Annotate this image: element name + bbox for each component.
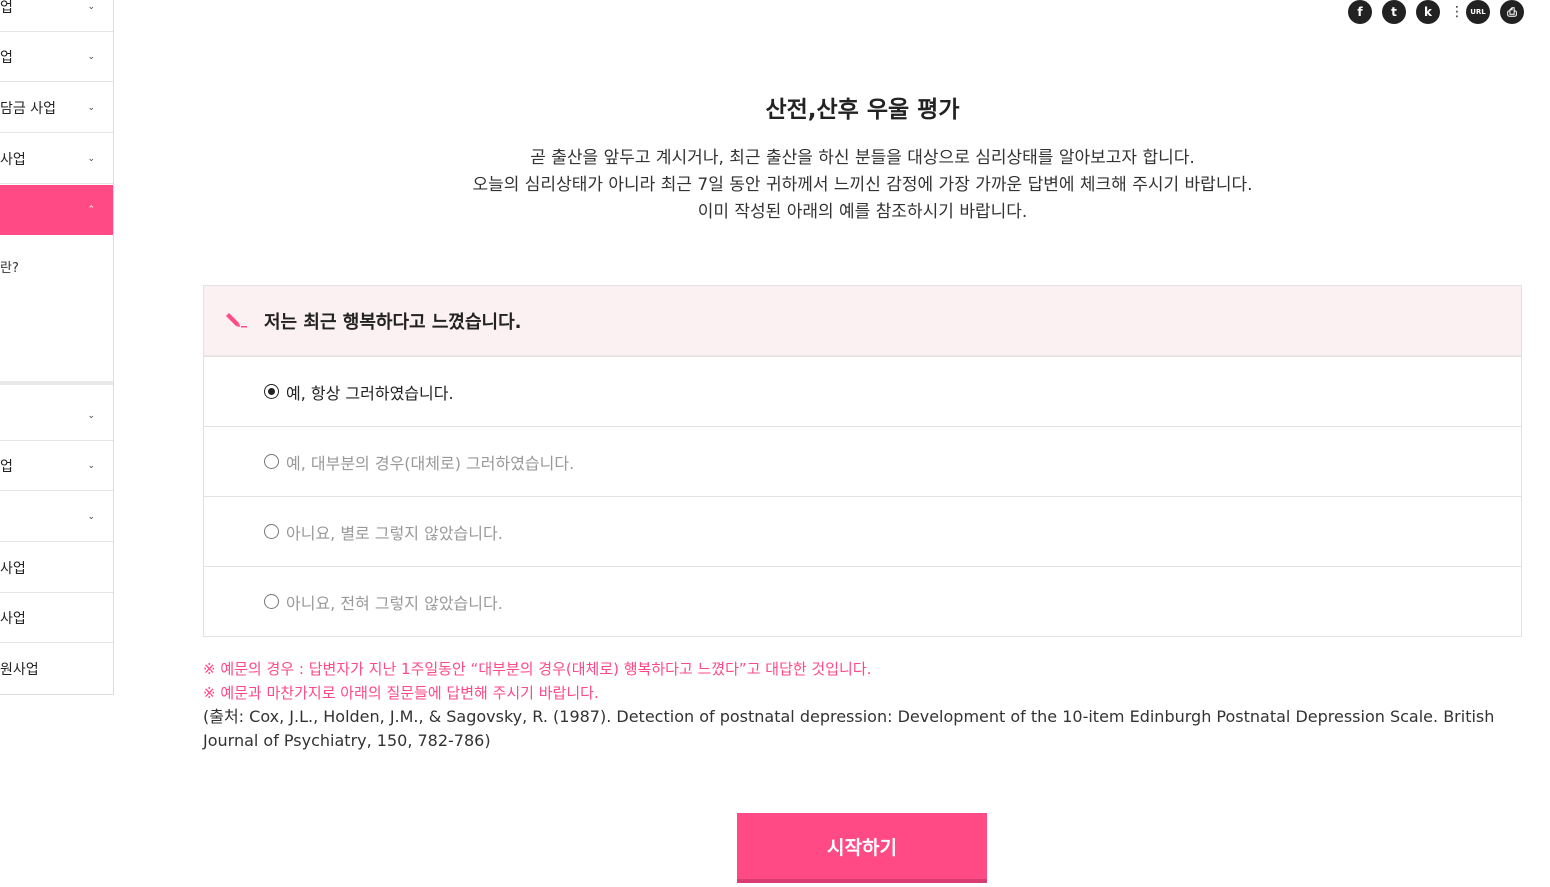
source-citation: (출처: Cox, J.L., Holden, J.M., & Sagovsky… [203,707,1495,750]
sidebar-item-label: 업 [0,458,13,475]
sidebar-item-7[interactable]: 업 ⌄ [0,441,113,491]
pencil-icon [224,311,248,331]
answer-option[interactable]: 아니요, 별로 그렇지 않았습니다. [204,496,1521,566]
sidebar-item-2[interactable]: 업 ⌄ [0,32,113,82]
intro-text: 곧 출산을 앞두고 계시거나, 최근 출산을 하신 분들을 대상으로 심리상태를… [0,145,1550,226]
sidebar-item-1[interactable]: 업 ⌄ [0,0,113,32]
answer-option[interactable]: 예, 대부분의 경우(대체로) 그러하였습니다. [204,426,1521,496]
radio-button[interactable] [264,454,279,469]
intro-line: 곧 출산을 앞두고 계시거나, 최근 출산을 하신 분들을 대상으로 심리상태를… [530,148,1195,168]
chevron-down-icon: ⌄ [87,51,95,62]
answer-label: 아니요, 별로 그렇지 않았습니다. [286,523,503,543]
example-question-box: 저는 최근 행복하다고 느꼈습니다. 예, 항상 그러하였습니다. 예, 대부분… [203,285,1522,637]
sidebar-submenu: 란? [0,235,113,385]
note-example: ※ 예문의 경우 : 답변자가 지난 1주일동안 “대부분의 경우(대체로) 행… [203,660,872,678]
sidebar-item-11[interactable]: 원사업 [0,644,113,694]
more-icon: ⋮ [1450,4,1464,20]
answer-label: 예, 대부분의 경우(대체로) 그러하였습니다. [286,453,575,473]
sidebar-item-9[interactable]: 사업 [0,543,113,593]
share-toolbar: f t k ⋮ URL ⎙ [1348,0,1524,24]
kakao-icon[interactable]: k [1416,0,1440,24]
sidebar-item-label: 사업 [0,560,26,577]
question-text: 저는 최근 행복하다고 느꼈습니다. [264,311,522,333]
url-copy-icon[interactable]: URL [1466,0,1490,24]
question-header: 저는 최근 행복하다고 느꼈습니다. [204,286,1521,356]
twitter-icon[interactable]: t [1382,0,1406,24]
facebook-icon[interactable]: f [1348,0,1372,24]
sidebar-item-label: 업 [0,49,13,66]
answer-label: 예, 항상 그러하였습니다. [286,383,454,403]
sidebar-subitem[interactable]: 란? [0,257,19,276]
notes: ※ 예문의 경우 : 답변자가 지난 1주일동안 “대부분의 경우(대체로) 행… [203,657,1522,753]
chevron-down-icon: ⌄ [87,1,95,12]
radio-button[interactable] [264,594,279,609]
radio-button[interactable] [264,524,279,539]
sidebar-item-label: 원사업 [0,662,39,678]
answer-option[interactable]: 아니요, 전혀 그렇지 않았습니다. [204,566,1521,636]
intro-line: 오늘의 심리상태가 아니라 최근 7일 동안 귀하께서 느끼신 감정에 가장 가… [472,175,1253,195]
sidebar-item-6[interactable]: ⌄ [0,391,113,441]
sidebar-item-label: 사업 [0,610,26,627]
sidebar-item-10[interactable]: 사업 [0,593,113,643]
chevron-down-icon: ⌄ [87,460,95,471]
chevron-down-icon: ⌄ [87,511,95,522]
answer-option[interactable]: 예, 항상 그러하였습니다. [204,356,1521,426]
answer-label: 아니요, 전혀 그렇지 않았습니다. [286,593,503,613]
radio-button-checked[interactable] [264,384,279,399]
print-icon[interactable]: ⎙ [1500,0,1524,24]
intro-line: 이미 작성된 아래의 예를 참조하시기 바랍니다. [697,202,1028,222]
chevron-down-icon: ⌄ [87,410,95,421]
start-button[interactable]: 시작하기 [737,813,987,883]
sidebar-item-8[interactable]: ⌄ [0,492,113,542]
note-instruction: ※ 예문과 마찬가지로 아래의 질문들에 답변해 주시기 바랍니다. [203,684,599,702]
page-title: 산전,산후 우울 평가 [765,97,960,123]
sidebar-item-label: 업 [0,0,13,16]
